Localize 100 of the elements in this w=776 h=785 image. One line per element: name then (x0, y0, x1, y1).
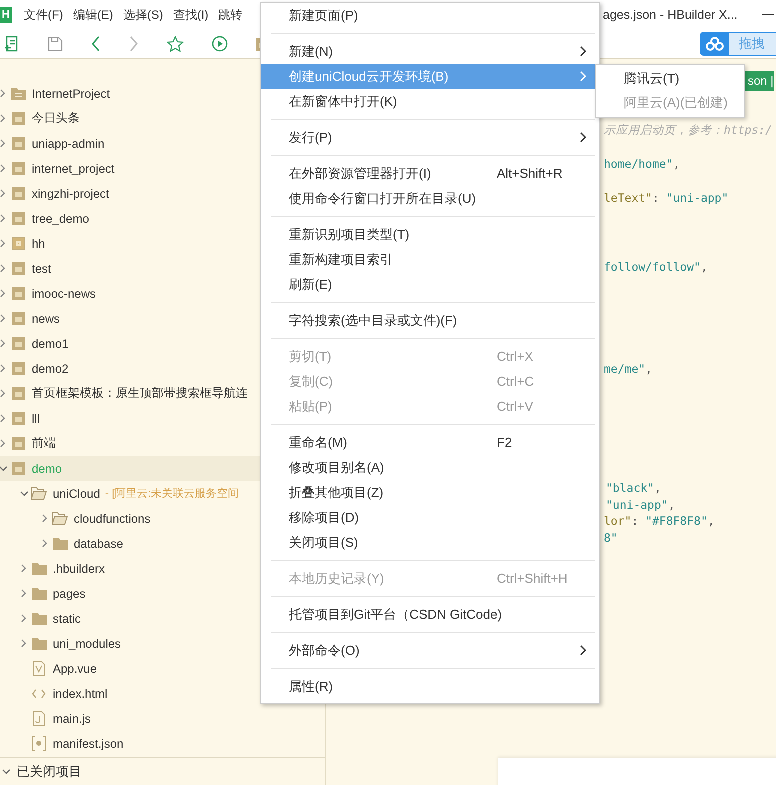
tree-item[interactable]: index.html (53, 686, 108, 700)
tree-item[interactable]: uniCloud (53, 486, 100, 500)
tree-item[interactable]: main.js (53, 712, 92, 726)
tree-item[interactable]: uni_modules (53, 636, 122, 650)
tree-item[interactable]: static (53, 612, 82, 626)
menu-item[interactable]: 重命名(M) F2 (261, 430, 599, 455)
menu-item[interactable]: 托管项目到Git平台（CSDN GitCode) (261, 602, 599, 627)
chevron-right-icon[interactable] (0, 164, 6, 173)
chevron-right-icon[interactable] (0, 414, 6, 423)
project-icon (12, 137, 24, 150)
star-icon[interactable] (167, 36, 184, 52)
menu-item[interactable]: 新建页面(P) (261, 3, 599, 28)
menu-item[interactable]: 重新识别项目类型(T) (261, 222, 599, 247)
code-line: leText": "uni-app" (604, 191, 729, 205)
tree-item[interactable]: xingzhi-project (32, 186, 110, 200)
menu-item[interactable]: 发行(P) (261, 125, 599, 150)
chevron-right-icon[interactable] (21, 614, 27, 623)
tree-item[interactable]: demo1 (32, 336, 69, 350)
menu-item[interactable]: 新建(N) (261, 39, 599, 64)
tree-item[interactable]: demo2 (32, 362, 69, 376)
chevron-right-icon[interactable] (21, 589, 27, 598)
chevron-right-icon[interactable] (0, 189, 6, 198)
chevron-right-icon[interactable] (21, 564, 27, 573)
chevron-right-icon[interactable] (0, 289, 6, 298)
project-icon (12, 162, 24, 175)
chevron-right-icon[interactable] (0, 389, 6, 398)
tree-item[interactable]: news (32, 312, 60, 326)
project-icon (12, 437, 24, 450)
tree-item[interactable]: imooc-news (32, 286, 96, 300)
back-icon[interactable] (91, 36, 101, 52)
tree-item[interactable]: 前端 (32, 435, 56, 452)
project-icon (12, 412, 24, 425)
closed-projects-label[interactable]: 已关闭项目 (17, 763, 82, 781)
chevron-right-icon[interactable] (0, 439, 6, 448)
tree-item[interactable]: hh (32, 236, 46, 250)
menu-item[interactable]: 折叠其他项目(Z) (261, 480, 599, 505)
chevron-right-icon[interactable] (0, 364, 6, 373)
menu-item[interactable]: 使用命令行窗口打开所在目录(U) (261, 186, 599, 211)
window-title: ages.json - HBuilder X... (603, 8, 738, 22)
code-line: 示应用启动页，参考：https:/ (604, 123, 772, 138)
forward-icon[interactable] (129, 36, 139, 52)
chevron-right-icon[interactable] (0, 314, 6, 323)
save-icon[interactable] (48, 36, 63, 52)
run-icon[interactable] (212, 36, 228, 52)
menu-item[interactable]: 修改项目别名(A) (261, 455, 599, 480)
menu-item[interactable]: 移除项目(D) (261, 505, 599, 530)
new-file-icon[interactable] (4, 36, 20, 52)
tree-item[interactable]: test (32, 262, 52, 276)
minimize-icon[interactable] (762, 14, 774, 16)
chevron-right-icon[interactable] (0, 139, 6, 148)
open-folder-icon (52, 512, 68, 525)
menu-item[interactable]: 关闭项目(S) (261, 530, 599, 555)
chevron-right-icon[interactable] (21, 639, 27, 648)
menu-item[interactable]: 字符搜索(选中目录或文件)(F) (261, 308, 599, 333)
tree-item[interactable]: internet_project (32, 162, 115, 176)
tree-item[interactable]: 首页框架模板：原生顶部带搜索框导航连 (32, 385, 248, 402)
tree-item[interactable]: pages (53, 586, 86, 600)
folder-icon (32, 588, 46, 600)
tree-item[interactable]: .hbuilderx (53, 562, 106, 576)
code-line: 8" (604, 531, 618, 545)
menu-item[interactable]: 跳转 (218, 6, 243, 24)
menu-item[interactable]: 编辑(E) (73, 6, 114, 24)
menu-item[interactable]: 查找(I) (173, 6, 209, 24)
chevron-right-icon[interactable] (0, 214, 6, 223)
menu-item[interactable]: 重新构建项目索引 (261, 247, 599, 272)
tree-item[interactable]: App.vue (53, 662, 98, 676)
menu-item[interactable]: 在新窗体中打开(K) (261, 89, 599, 114)
project-icon (12, 362, 24, 375)
folder-icon (52, 538, 68, 550)
menu-item[interactable]: 选择(S) (123, 6, 164, 24)
tree-item[interactable]: tree_demo (32, 212, 90, 226)
chevron-down-icon[interactable] (20, 490, 28, 496)
code-line: follow/follow", (604, 260, 708, 274)
chevron-right-icon[interactable] (0, 339, 6, 348)
tree-item[interactable]: cloudfunctions (74, 512, 151, 526)
tree-item[interactable]: 今日头条 (32, 110, 80, 127)
tree-item[interactable]: InternetProject (32, 86, 110, 100)
tree-item[interactable]: lll (32, 412, 40, 426)
folder-icon (32, 612, 46, 624)
chevron-right-icon[interactable] (0, 239, 6, 248)
chevron-right-icon[interactable] (0, 264, 6, 273)
chevron-right-icon[interactable] (42, 514, 48, 523)
chevron-down-icon[interactable] (2, 769, 11, 775)
chevron-right-icon[interactable] (0, 114, 6, 123)
tree-item[interactable]: database (74, 536, 124, 550)
code-line: home/home", (604, 157, 680, 171)
menu-item[interactable]: 文件(F) (24, 6, 64, 24)
menu-item[interactable]: 刷新(E) (261, 272, 599, 297)
chevron-right-icon[interactable] (0, 89, 6, 98)
chevron-right-icon[interactable] (42, 539, 48, 548)
code-icon (32, 688, 46, 698)
menu-item[interactable]: 腾讯云(T) (596, 67, 744, 91)
menu-item[interactable]: 外部命令(O) (261, 638, 599, 663)
menu-item[interactable]: 在外部资源管理器打开(I) Alt+Shift+R (261, 161, 599, 186)
project-icon (12, 312, 24, 325)
tree-item[interactable]: manifest.json (53, 736, 124, 750)
chevron-down-icon[interactable] (0, 466, 8, 472)
tree-item[interactable]: uniapp-admin (32, 136, 105, 150)
project-icon (12, 112, 24, 125)
menu-item[interactable]: 属性(R) (261, 674, 599, 699)
